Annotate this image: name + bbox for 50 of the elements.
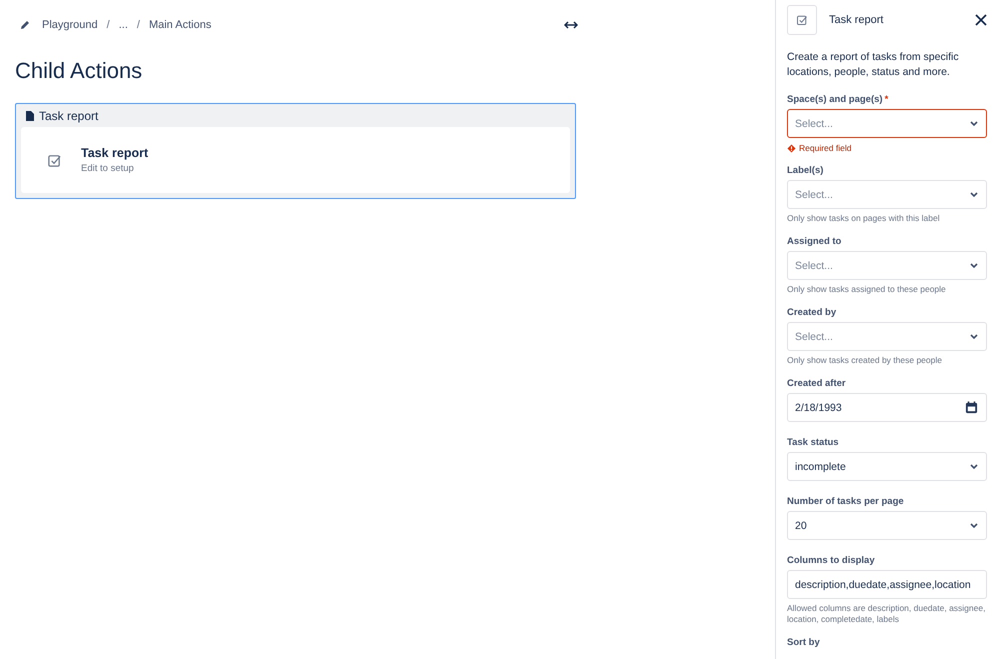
chevron-down-icon xyxy=(970,120,978,126)
breadcrumb-separator: / xyxy=(106,19,110,31)
help-text: Only show tasks on pages with this label xyxy=(787,213,941,224)
select-field[interactable]: Select... xyxy=(787,180,987,209)
field-label: Created after xyxy=(787,378,846,389)
macro-card[interactable]: Task report Task report Edit to setup xyxy=(15,103,576,199)
field-label: Columns to display xyxy=(787,555,875,566)
chevron-down-icon xyxy=(970,262,978,268)
select-field[interactable]: Select... xyxy=(787,322,987,351)
field-label: Assigned to xyxy=(787,236,842,247)
card-header: Task report xyxy=(39,108,98,122)
chevron-down-icon xyxy=(970,334,978,340)
checkbox-icon xyxy=(47,152,62,168)
help-text: Only show tasks assigned to these people xyxy=(787,284,947,295)
error-icon xyxy=(787,144,796,152)
field-label: Label(s) xyxy=(787,165,824,176)
field-label: Task status xyxy=(787,437,839,448)
date-field[interactable]: 2/18/1993 xyxy=(787,393,987,422)
panel-title: Task report xyxy=(829,14,884,26)
help-text: Only show tasks created by these people xyxy=(787,355,943,366)
select-field[interactable]: Select... xyxy=(787,251,987,280)
field-label: Sort by xyxy=(787,637,821,648)
required-mark: * xyxy=(884,94,888,105)
document-icon xyxy=(26,110,34,120)
pencil-icon[interactable] xyxy=(20,20,30,30)
field-label: Space(s) and page(s) xyxy=(787,94,883,105)
field-label: Number of tasks per page xyxy=(787,496,904,507)
page-title: Child Actions xyxy=(15,58,144,84)
breadcrumb-link[interactable]: Playground xyxy=(42,19,98,31)
field-label: Created by xyxy=(787,307,836,318)
input-field[interactable]: description,duedate,assignee,location xyxy=(787,570,987,599)
card-title: Task report xyxy=(81,146,148,160)
error-text: Required field xyxy=(799,143,852,153)
select-field[interactable]: incomplete xyxy=(787,452,987,481)
help-text: Allowed columns are description, duedate, assignee, location, completedate, labels xyxy=(787,603,986,625)
breadcrumb-link[interactable]: Main Actions xyxy=(148,19,212,31)
expand-width-icon[interactable] xyxy=(564,21,578,29)
breadcrumb-separator: / xyxy=(136,19,140,31)
card-subtitle: Edit to setup xyxy=(81,163,135,174)
panel-description: Create a report of tasks from specific locations, people, status and more. xyxy=(787,50,960,80)
chevron-down-icon xyxy=(970,192,978,198)
select-field[interactable]: 20 xyxy=(787,511,987,540)
close-icon xyxy=(975,14,987,26)
calendar-icon xyxy=(965,401,978,414)
close-button[interactable] xyxy=(975,14,987,26)
chevron-down-icon xyxy=(970,464,978,470)
chevron-down-icon xyxy=(970,522,978,528)
breadcrumb-link[interactable]: ... xyxy=(118,19,128,31)
checkbox-icon xyxy=(796,14,808,26)
select-field[interactable]: Select... xyxy=(787,109,987,138)
